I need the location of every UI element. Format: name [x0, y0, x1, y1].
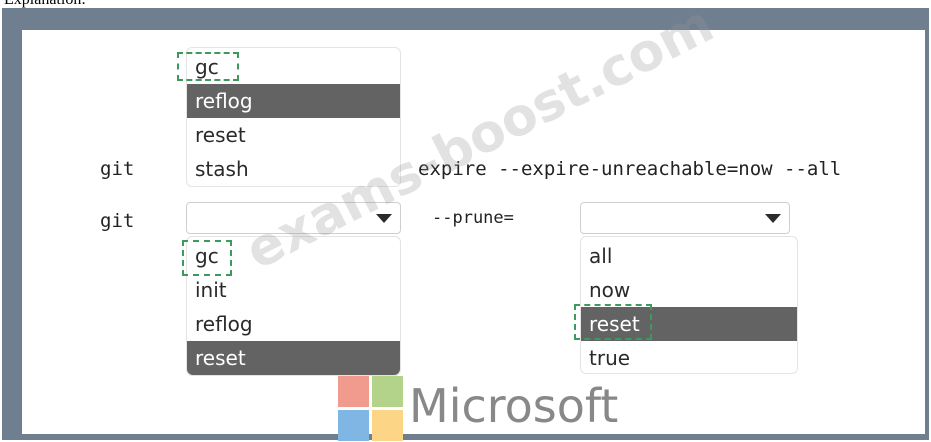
- row2-prune-label: --prune=: [432, 208, 514, 228]
- row1-command-suffix: expire --expire-unreachable=now --all: [418, 158, 842, 180]
- row2-dropdown2-option-now[interactable]: now: [581, 273, 797, 307]
- chevron-down-icon[interactable]: [765, 214, 781, 223]
- answer-panel: git gc reflog reset stash expire --expir…: [22, 30, 925, 434]
- row2-dropdown2-option-all[interactable]: all: [581, 239, 797, 273]
- row2-dropdown2-dashed-highlight: [574, 304, 652, 340]
- row2-git-label: git: [100, 210, 135, 232]
- row2-dropdown1-dashed-highlight: [182, 240, 232, 276]
- row2-dropdown2[interactable]: [580, 202, 790, 234]
- microsoft-logo-icon: [338, 376, 404, 442]
- chevron-down-icon[interactable]: [376, 214, 392, 223]
- row2-dropdown1-option-reflog[interactable]: reflog: [187, 307, 400, 341]
- row2-dropdown1[interactable]: [186, 202, 401, 234]
- row1-option-reset[interactable]: reset: [187, 118, 400, 152]
- row1-option-reflog[interactable]: reflog: [187, 84, 400, 118]
- microsoft-logo-text: Microsoft: [409, 379, 619, 433]
- row1-git-label: git: [100, 158, 135, 180]
- row1-option-stash[interactable]: stash: [187, 152, 400, 186]
- row2-dropdown1-option-init[interactable]: init: [187, 273, 400, 307]
- header-text: Explanation:: [4, 0, 86, 8]
- row2-dropdown1-option-reset[interactable]: reset: [187, 341, 400, 375]
- row1-dashed-highlight: [177, 52, 239, 81]
- row2-dropdown2-option-true[interactable]: true: [581, 341, 797, 375]
